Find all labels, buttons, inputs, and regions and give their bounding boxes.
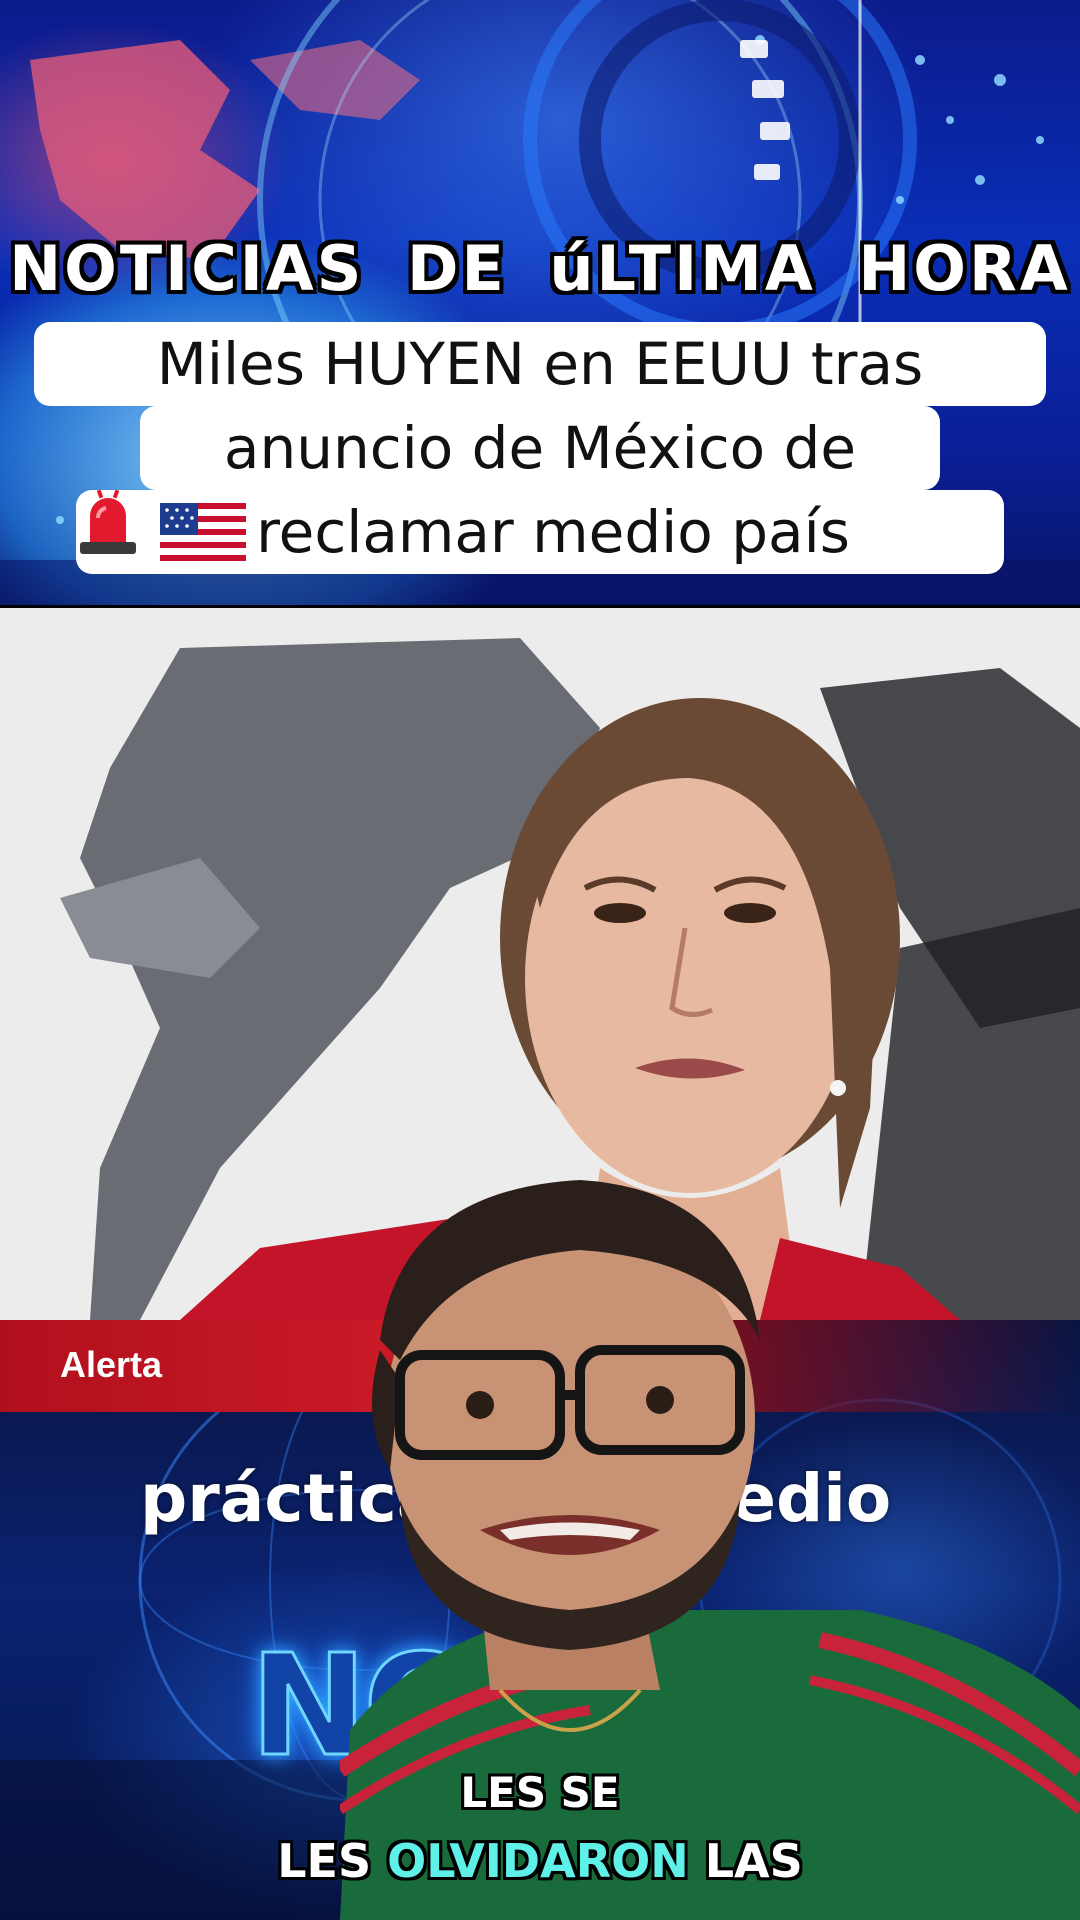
subtitle-line-bottom: LES OLVIDARON LAS: [180, 1834, 900, 1888]
subtitle-bottom-prefix: LES: [277, 1834, 372, 1888]
subtitle-line-top: LES SE: [180, 1768, 900, 1817]
headline-line-2: anuncio de México de: [140, 406, 940, 490]
video-frame: NOTICIAS DE úLTIMA HORA Miles HUYEN en E…: [0, 0, 1080, 1920]
breaking-news-heading: NOTICIAS DE úLTIMA HORA: [9, 232, 1071, 305]
headline-line-3-text: reclamar medio país: [256, 498, 850, 566]
siren-icon: [80, 490, 920, 566]
subtitle-bottom-suffix: LAS: [704, 1834, 803, 1888]
us-flag-icon: [160, 503, 247, 561]
headline-line-1: Miles HUYEN en EEUU tras: [34, 322, 1046, 406]
alert-label: Alerta: [60, 1344, 163, 1385]
headline-line-3: reclamar medio país: [76, 490, 1004, 574]
subtitle-bottom-highlight: OLVIDARON: [387, 1834, 689, 1888]
news-banner: NOTICIAS DE úLTIMA HORA Miles HUYEN en E…: [0, 0, 1080, 605]
subtitle-top-text: LES SE: [460, 1768, 620, 1817]
